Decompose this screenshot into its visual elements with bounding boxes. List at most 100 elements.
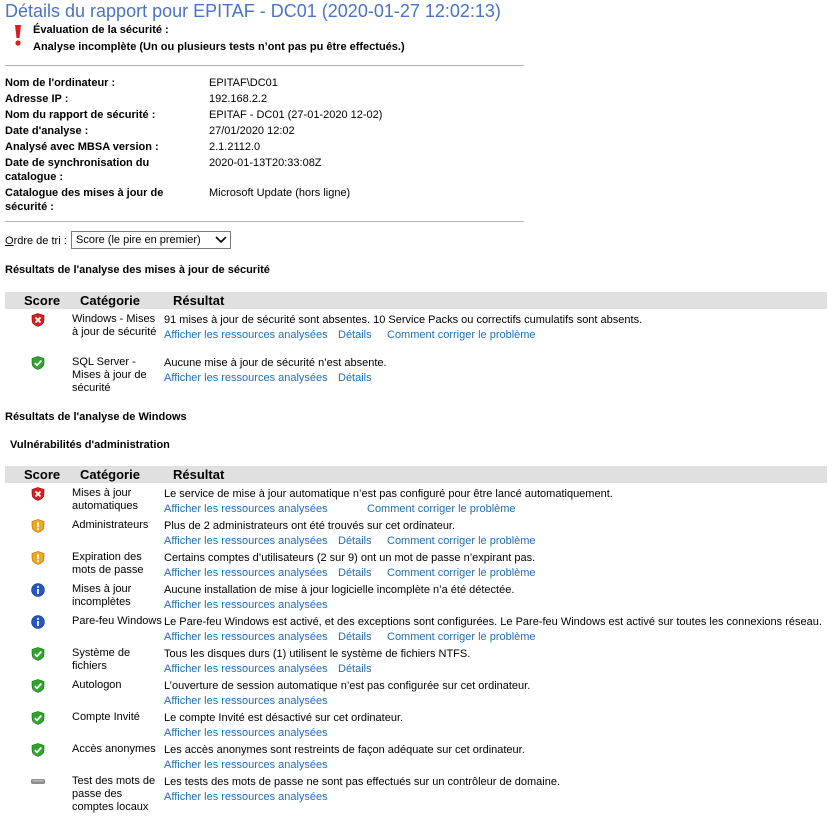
view-scanned-resources-link[interactable]: Afficher les ressources analysées xyxy=(164,758,328,773)
pass-shield-icon xyxy=(31,743,45,757)
how-to-fix-link[interactable]: Comment corriger le problème xyxy=(367,502,516,517)
info-label: Nom du rapport de sécurité : xyxy=(5,109,156,121)
result-text: Le Pare-feu Windows est activé, et des e… xyxy=(164,616,822,628)
column-header-category: Catégorie xyxy=(80,467,140,482)
result-text: Les tests des mots de passe ne sont pas … xyxy=(164,776,561,788)
updates-table-header: Score Catégorie Résultat xyxy=(5,292,827,309)
page-title: Détails du rapport pour EPITAF - DC01 (2… xyxy=(5,1,501,21)
how-to-fix-link[interactable]: Comment corriger le problème xyxy=(387,534,536,549)
view-scanned-resources-link[interactable]: Afficher les ressources analysées xyxy=(164,566,328,581)
info-row-scan-date: Date d'analyse : 27/01/2020 12:02 xyxy=(5,124,525,140)
result-text: Aucune mise à jour de sécurité n’est abs… xyxy=(164,357,387,369)
result-text: 91 mises à jour de sécurité sont absente… xyxy=(164,314,643,326)
info-row-mbsa-version: Analysé avec MBSA version : 2.1.2112.0 xyxy=(5,140,525,156)
category-label: Système de fichiers xyxy=(72,647,131,672)
view-scanned-resources-link[interactable]: Afficher les ressources analysées xyxy=(164,662,328,677)
info-row-computer-name: Nom de l'ordinateur : EPITAF\DC01 xyxy=(5,76,525,92)
column-header-result: Résultat xyxy=(173,467,225,482)
view-scanned-resources-link[interactable]: Afficher les ressources analysées xyxy=(164,534,328,549)
info-label: Catalogue des mises à jour de sécurité : xyxy=(5,187,164,213)
category-label: Mises à jour incomplètes xyxy=(72,583,132,608)
pass-shield-icon xyxy=(31,679,45,693)
checks-table-header: Score Catégorie Résultat xyxy=(5,466,827,483)
result-text: Certains comptes d’utilisateurs (2 sur 9… xyxy=(164,552,536,564)
category-label: Autologon xyxy=(72,679,122,691)
result-text: Les accès anonymes sont restreints de fa… xyxy=(164,744,525,756)
view-scanned-resources-link[interactable]: Afficher les ressources analysées xyxy=(164,328,328,343)
category-label: Accès anonymes xyxy=(72,743,156,755)
info-value: 2020-01-13T20:33:08Z xyxy=(209,157,322,169)
result-text: Le service de mise à jour automatique n’… xyxy=(164,488,613,500)
view-scanned-resources-link[interactable]: Afficher les ressources analysées xyxy=(164,371,328,386)
view-scanned-resources-link[interactable]: Afficher les ressources analysées xyxy=(164,694,328,709)
result-text: L’ouverture de session automatique n’est… xyxy=(164,680,531,692)
assessment-label: Évaluation de la sécurité : xyxy=(33,24,169,36)
assessment-value: Analyse incomplète (Un ou plusieurs test… xyxy=(33,41,405,53)
exclamation-icon xyxy=(15,25,21,46)
category-label: Pare-feu Windows xyxy=(72,615,162,627)
how-to-fix-link[interactable]: Comment corriger le problème xyxy=(387,328,536,343)
view-scanned-resources-link[interactable]: Afficher les ressources analysées xyxy=(164,630,328,645)
divider xyxy=(5,221,524,222)
info-label: Analysé avec MBSA version : xyxy=(5,141,159,153)
column-header-result: Résultat xyxy=(173,293,225,308)
details-link[interactable]: Détails xyxy=(338,534,372,549)
pass-shield-icon xyxy=(31,356,45,370)
windows-section-heading: Résultats de l'analyse de Windows xyxy=(5,411,187,423)
sort-order-value: Score (le pire en premier) xyxy=(76,234,201,246)
view-scanned-resources-link[interactable]: Afficher les ressources analysées xyxy=(164,502,328,517)
pass-shield-icon xyxy=(31,711,45,725)
view-scanned-resources-link[interactable]: Afficher les ressources analysées xyxy=(164,598,328,613)
view-scanned-resources-link[interactable]: Afficher les ressources analysées xyxy=(164,790,328,805)
sort-label: Ordre de tri : xyxy=(5,235,67,247)
fail-shield-icon xyxy=(31,487,45,501)
updates-section-heading: Résultats de l'analyse des mises à jour … xyxy=(5,264,270,276)
info-row-update-catalog: Catalogue des mises à jour de sécurité :… xyxy=(5,186,525,216)
computer-info: Nom de l'ordinateur : EPITAF\DC01 Adress… xyxy=(5,76,525,216)
column-header-category: Catégorie xyxy=(80,293,140,308)
details-link[interactable]: Détails xyxy=(338,566,372,581)
how-to-fix-link[interactable]: Comment corriger le problème xyxy=(387,630,536,645)
result-text: Plus de 2 administrateurs ont été trouvé… xyxy=(164,520,456,532)
warning-shield-icon xyxy=(31,551,45,565)
category-label: Compte Invité xyxy=(72,711,140,723)
info-row-ip-address: Adresse IP : 192.168.2.2 xyxy=(5,92,525,108)
info-value: Microsoft Update (hors ligne) xyxy=(209,187,351,199)
info-row-catalog-sync-date: Date de synchronisation du catalogue : 2… xyxy=(5,156,525,186)
column-header-score: Score xyxy=(24,293,61,308)
category-label: Windows - Mises à jour de sécurité xyxy=(72,313,157,338)
info-value: EPITAF\DC01 xyxy=(209,77,278,89)
chevron-down-icon xyxy=(215,236,227,244)
column-header-score: Score xyxy=(24,467,61,482)
category-label: Administrateurs xyxy=(72,519,149,531)
info-value: 27/01/2020 12:02 xyxy=(209,125,295,137)
result-text: Aucune installation de mise à jour logic… xyxy=(164,584,515,596)
result-text: Le compte Invité est désactivé sur cet o… xyxy=(164,712,404,724)
details-link[interactable]: Détails xyxy=(338,328,372,343)
info-label: Date de synchronisation du catalogue : xyxy=(5,157,150,183)
details-link[interactable]: Détails xyxy=(338,371,372,386)
view-scanned-resources-link[interactable]: Afficher les ressources analysées xyxy=(164,726,328,741)
info-label: Date d'analyse : xyxy=(5,125,89,137)
info-value: EPITAF - DC01 (27-01-2020 12-02) xyxy=(209,109,383,121)
category-label: SQL Server - Mises à jour de sécurité xyxy=(72,356,147,394)
divider xyxy=(5,65,524,66)
warning-shield-icon xyxy=(31,519,45,533)
info-icon xyxy=(31,615,45,629)
admin-subsection-heading: Vulnérabilités d'administration xyxy=(10,439,170,451)
sort-order-select[interactable]: Score (le pire en premier) xyxy=(71,231,231,249)
details-link[interactable]: Détails xyxy=(338,630,372,645)
info-icon xyxy=(31,583,45,597)
category-label: Mises à jour automatiques xyxy=(72,487,139,512)
result-text: Tous les disques durs (1) utilisent le s… xyxy=(164,648,471,660)
info-value: 192.168.2.2 xyxy=(209,93,268,105)
info-value: 2.1.2112.0 xyxy=(209,141,261,153)
info-label: Adresse IP : xyxy=(5,93,69,105)
details-link[interactable]: Détails xyxy=(338,662,372,677)
fail-shield-icon xyxy=(31,313,45,327)
pass-shield-icon xyxy=(31,647,45,661)
not-performed-icon xyxy=(31,779,45,784)
how-to-fix-link[interactable]: Comment corriger le problème xyxy=(387,566,536,581)
info-label: Nom de l'ordinateur : xyxy=(5,77,116,89)
info-row-report-name: Nom du rapport de sécurité : EPITAF - DC… xyxy=(5,108,525,124)
